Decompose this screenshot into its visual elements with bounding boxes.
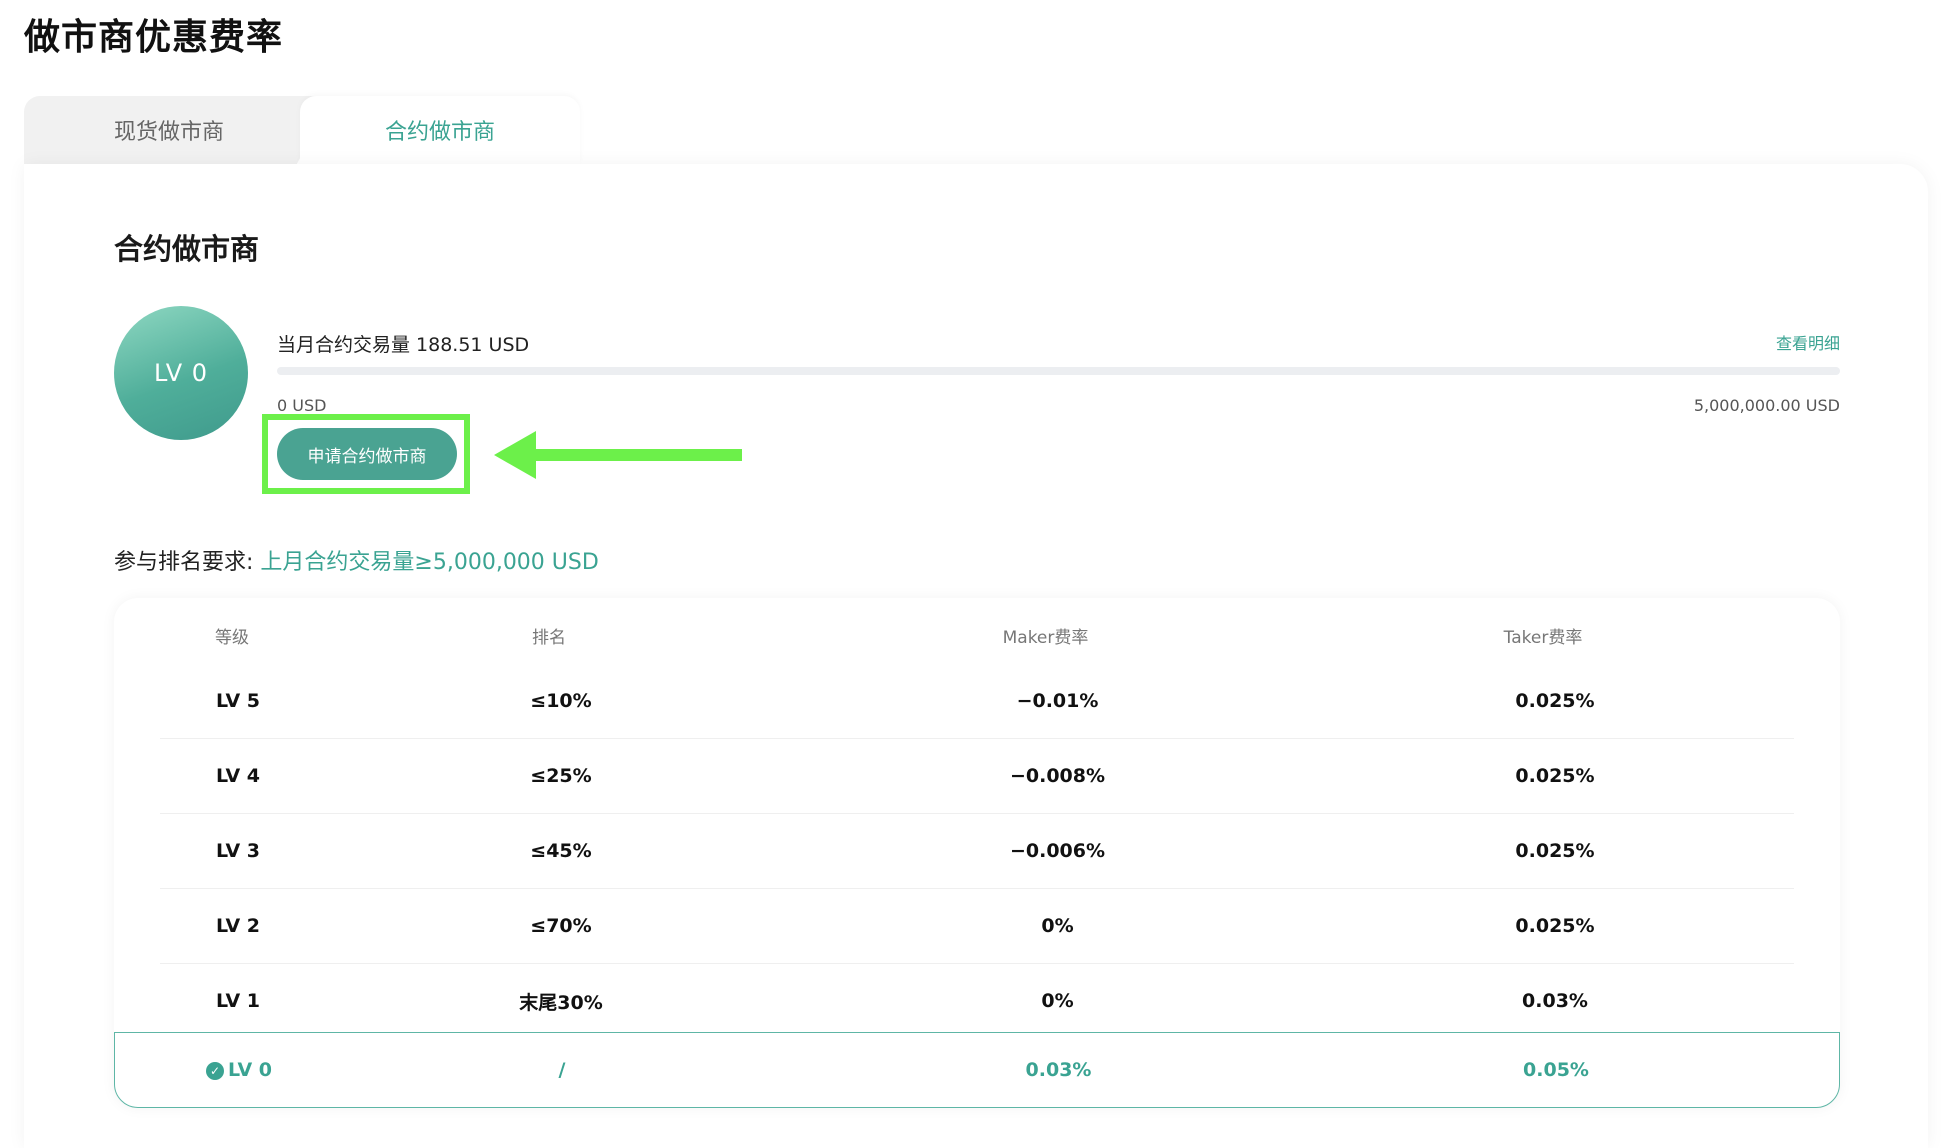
level-badge-label: LV 0 bbox=[153, 359, 209, 387]
current-taker-fee-cell: 0.05% bbox=[1523, 1059, 1589, 1081]
table-header-row: 等级 排名 Maker费率 Taker费率 bbox=[114, 598, 1840, 672]
volume-progress-bar bbox=[277, 367, 1840, 375]
level-cell: LV 3 bbox=[215, 840, 261, 862]
table-row: LV 1 末尾30% 0% 0.03% bbox=[114, 964, 1840, 1038]
maker-fee-cell: 0% bbox=[1041, 915, 1074, 937]
tab-spot-label[interactable]: 现货做市商 bbox=[24, 96, 314, 164]
level-cell: LV 5 bbox=[215, 690, 261, 712]
taker-fee-cell: 0.03% bbox=[1522, 990, 1588, 1012]
fee-rate-table: 等级 排名 Maker费率 Taker费率 LV 5 ≤10% −0.01% 0… bbox=[114, 598, 1840, 1108]
requirement-label: 参与排名要求: bbox=[114, 550, 261, 575]
level-cell: LV 2 bbox=[215, 915, 261, 937]
column-header-level: 等级 bbox=[215, 627, 249, 648]
level-cell: LV 1 bbox=[215, 990, 261, 1012]
maker-fee-cell: 0% bbox=[1041, 990, 1074, 1012]
level-badge: LV 0 bbox=[114, 306, 248, 440]
tab-contract-market-maker[interactable]: 合约做市商 bbox=[300, 96, 580, 164]
taker-fee-cell: 0.025% bbox=[1515, 765, 1595, 787]
table-row: LV 5 ≤10% −0.01% 0.025% bbox=[114, 664, 1840, 738]
progress-min-label: 0 USD bbox=[277, 396, 327, 415]
taker-fee-cell: 0.025% bbox=[1515, 915, 1595, 937]
current-rank-cell: / bbox=[558, 1059, 566, 1081]
current-level-cell: ✓ LV 0 bbox=[115, 1059, 363, 1081]
requirement-value: 上月合约交易量≥5,000,000 USD bbox=[260, 550, 599, 575]
rank-cell: 末尾30% bbox=[519, 991, 603, 1014]
table-row: LV 3 ≤45% −0.006% 0.025% bbox=[114, 814, 1840, 888]
level-cell: LV 4 bbox=[215, 765, 261, 787]
pointer-arrow-icon bbox=[494, 431, 742, 479]
rank-cell: ≤70% bbox=[530, 915, 592, 937]
taker-fee-cell: 0.025% bbox=[1515, 690, 1595, 712]
rank-cell: ≤25% bbox=[530, 765, 592, 787]
current-maker-fee-cell: 0.03% bbox=[1025, 1059, 1092, 1081]
market-maker-tabs: 现货做市商 合约做市商 bbox=[24, 96, 580, 164]
apply-market-maker-button[interactable]: 申请合约做市商 bbox=[277, 428, 457, 480]
column-header-rank: 排名 bbox=[532, 627, 566, 648]
view-details-link[interactable]: 查看明细 bbox=[1776, 330, 1840, 354]
check-circle-icon: ✓ bbox=[205, 1061, 224, 1080]
column-header-maker-fee: Maker费率 bbox=[1002, 627, 1089, 648]
column-header-taker-fee: Taker费率 bbox=[1503, 627, 1583, 648]
current-level-label: LV 0 bbox=[227, 1059, 273, 1081]
rank-cell: ≤10% bbox=[530, 690, 592, 712]
table-row: LV 2 ≤70% 0% 0.025% bbox=[114, 889, 1840, 963]
card-title: 合约做市商 bbox=[114, 232, 260, 266]
maker-fee-cell: −0.01% bbox=[1016, 690, 1099, 712]
monthly-volume-text: 当月合约交易量 188.51 USD bbox=[277, 334, 530, 356]
taker-fee-cell: 0.025% bbox=[1515, 840, 1595, 862]
maker-fee-cell: −0.006% bbox=[1009, 840, 1106, 862]
table-row: LV 4 ≤25% −0.008% 0.025% bbox=[114, 739, 1840, 813]
contract-market-maker-card: 合约做市商 LV 0 当月合约交易量 188.51 USD 查看明细 0 USD… bbox=[24, 164, 1928, 1148]
maker-fee-cell: −0.008% bbox=[1009, 765, 1106, 787]
progress-max-label: 5,000,000.00 USD bbox=[1693, 396, 1840, 415]
current-level-row: ✓ LV 0 / 0.03% 0.05% bbox=[114, 1032, 1840, 1108]
ranking-requirement: 参与排名要求: 上月合约交易量≥5,000,000 USD bbox=[114, 544, 599, 576]
page-title: 做市商优惠费率 bbox=[24, 17, 284, 58]
rank-cell: ≤45% bbox=[530, 840, 592, 862]
